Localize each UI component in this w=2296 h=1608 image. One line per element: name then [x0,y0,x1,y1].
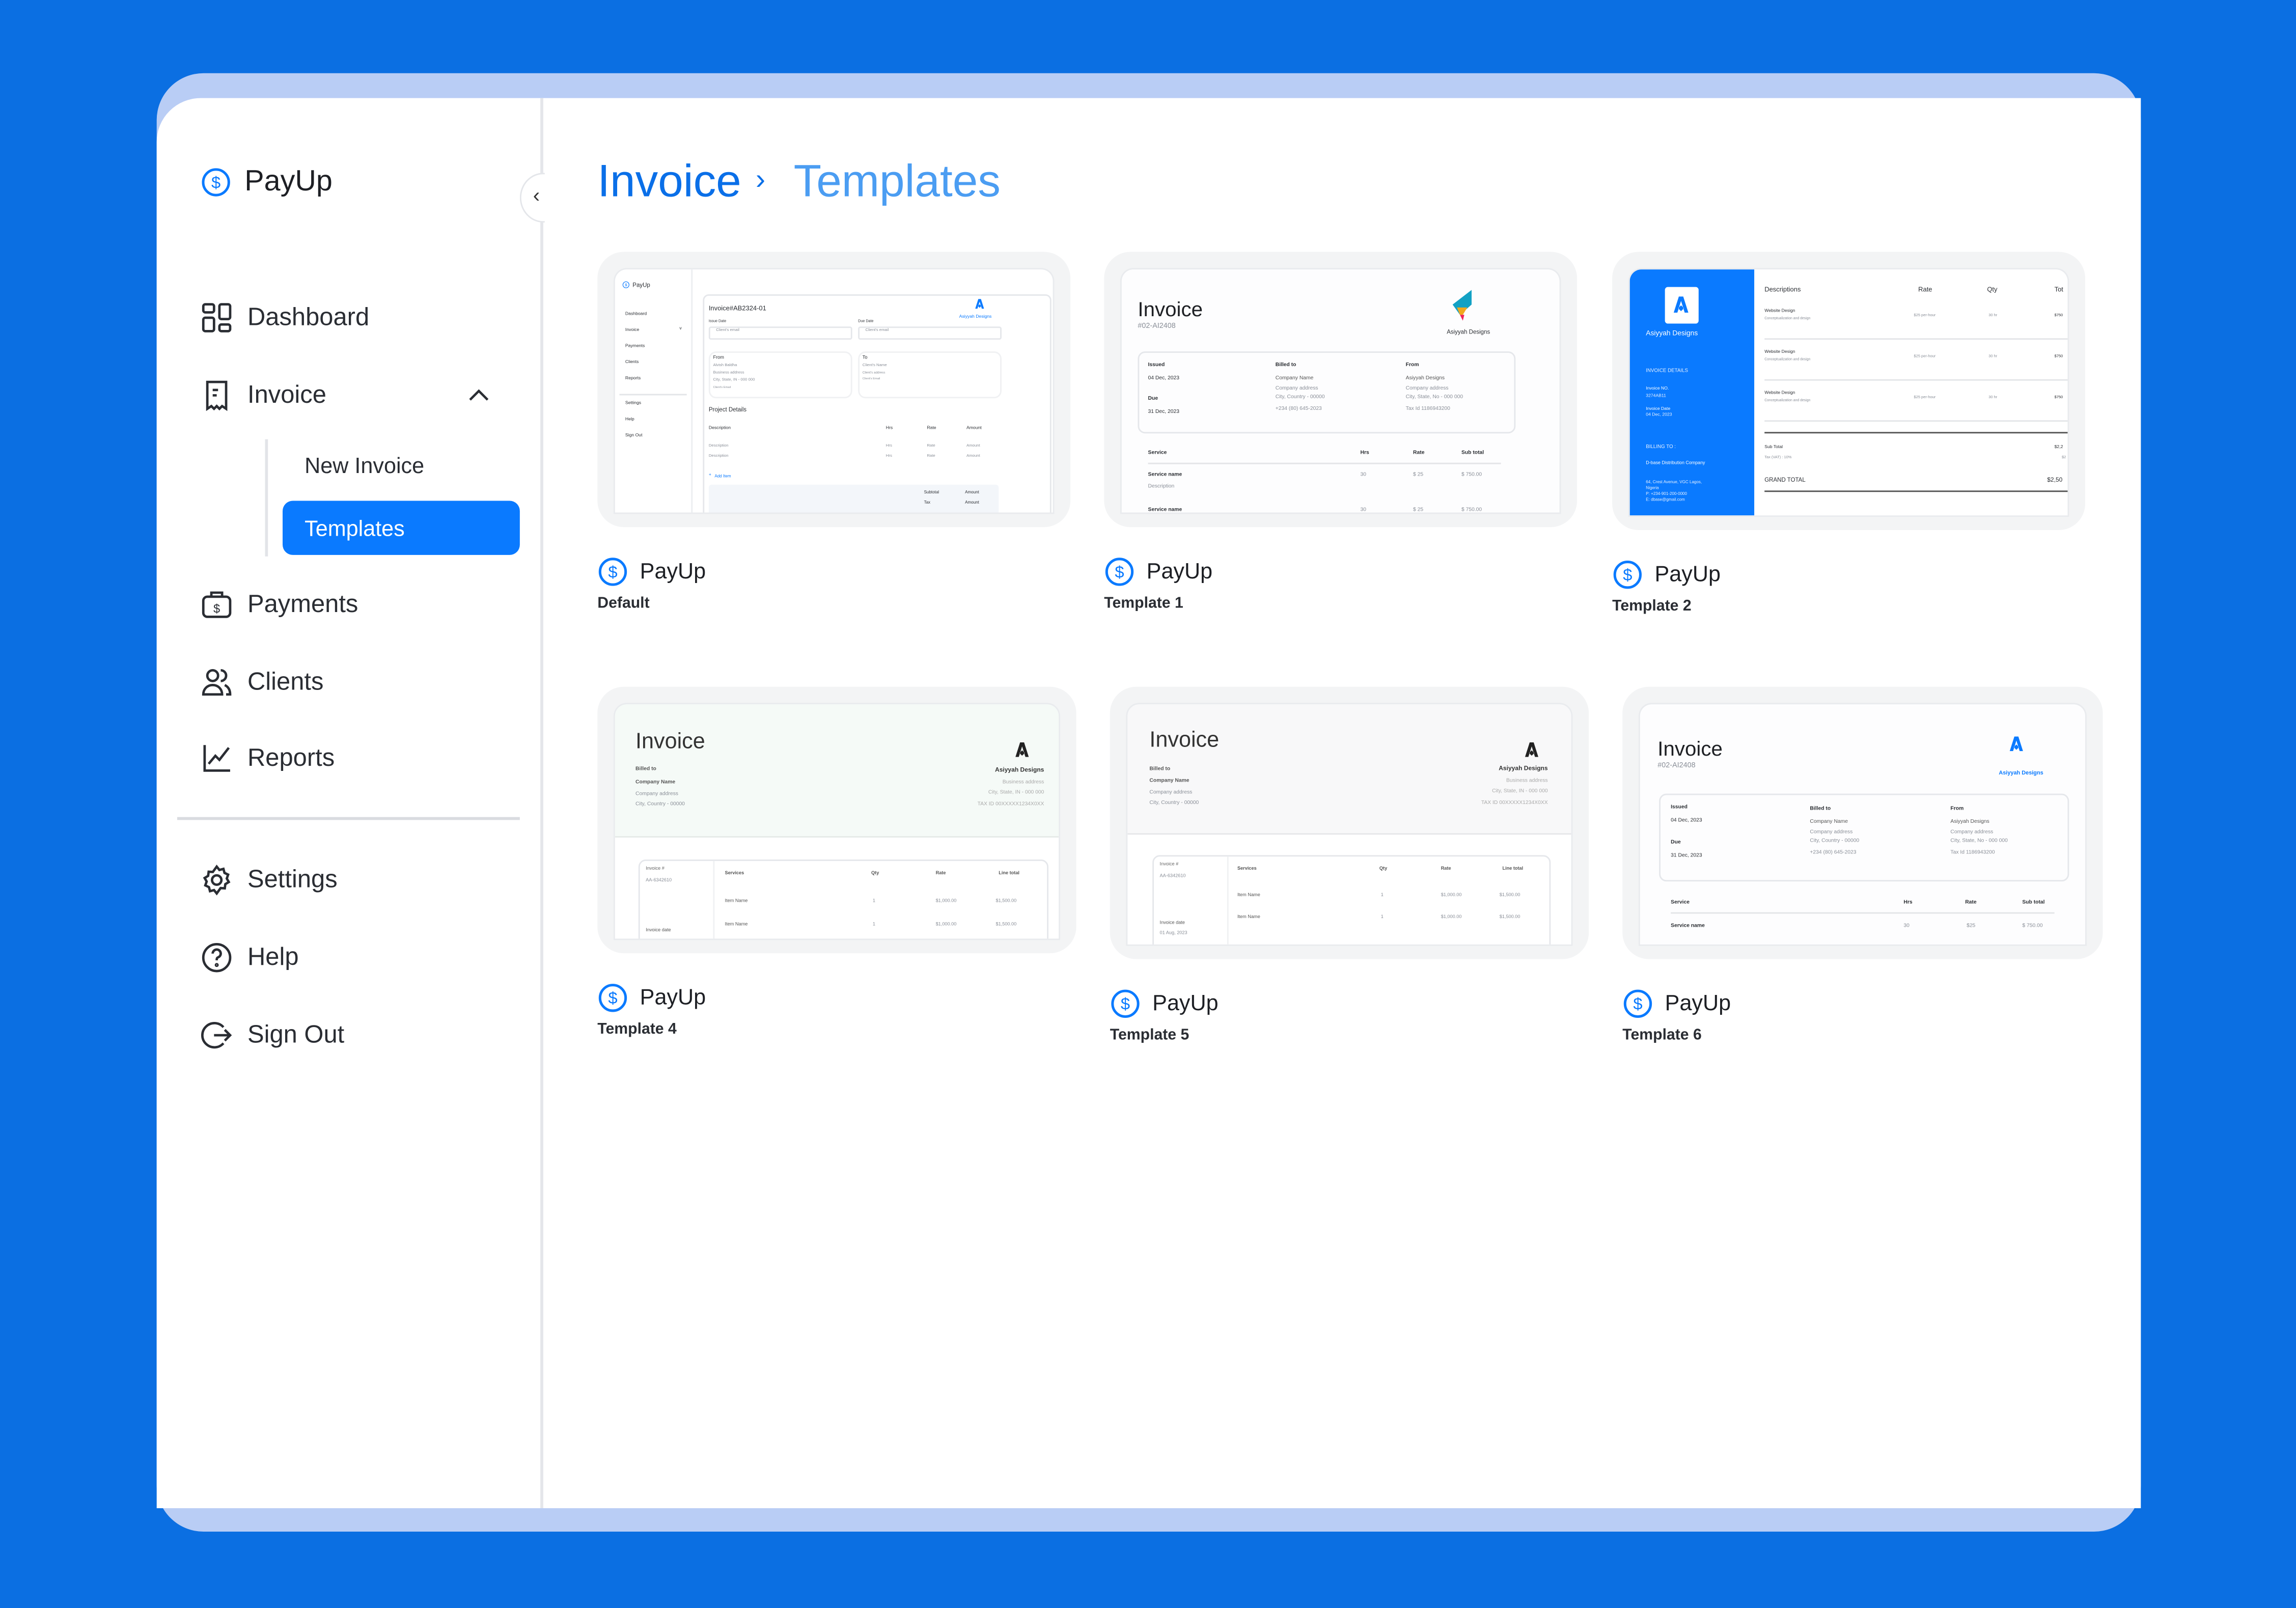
template-card-2[interactable]: Asiyyah Designs INVOICE DETAILS Invoice … [1612,252,2085,531]
sidebar-item-help[interactable]: Help [201,938,299,977]
template-name[interactable]: Template 1 [1104,596,1183,611]
dollar-circle-icon [1612,560,1643,590]
svg-text:$: $ [213,602,220,616]
company-logo-icon [975,299,984,309]
dollar-circle-icon [597,983,628,1013]
chevron-left-icon[interactable]: ‹ [533,184,540,205]
sidebar-item-sign-out[interactable]: Sign Out [201,1016,344,1055]
template-preview: PayUp Dashboard Invoice v Payments Clien… [615,269,1053,513]
submenu-templates[interactable]: Templates [283,501,520,555]
sidebar-item-settings[interactable]: Settings [201,861,338,899]
gear-icon [203,865,231,896]
sidebar-divider-line [177,817,520,819]
sidebar-item-clients[interactable]: Clients [201,663,323,702]
company-logo-icon [1525,742,1539,757]
template-name[interactable]: Template 2 [1612,599,1692,614]
template-name[interactable]: Template 4 [597,1022,677,1037]
sidebar-item-payments[interactable]: $ Payments [201,586,358,624]
template-card-default[interactable]: PayUp Dashboard Invoice v Payments Clien… [597,252,1071,528]
template-name[interactable]: Default [597,596,649,611]
template-brand: PayUp [1104,557,1212,587]
sidebar-item-label: Invoice [247,380,326,409]
plus-icon: + [708,471,711,478]
sidebar-item-label: Settings [247,865,338,894]
template-card-4[interactable]: Invoice Billed to Company Name Company a… [597,686,1076,954]
template-card-1[interactable]: Invoice #02-AI2408 Asiyyah Designs Issue… [1104,252,1578,528]
company-logo-icon [2009,736,2024,751]
template-card-5[interactable]: Invoice Billed to Company Name Company a… [1110,686,1589,959]
submenu-label: Templates [305,517,405,542]
breadcrumb-invoice[interactable]: Invoice [597,158,741,204]
template-brand: PayUp [1612,560,1721,590]
sidebar-item-label: Clients [247,668,324,696]
app-logo[interactable]: PayUp [201,165,333,199]
chevron-up-icon[interactable] [467,383,490,407]
wallet-icon: $ [202,591,232,618]
template-card-6[interactable]: Invoice #02-AI2408 Asiyyah Designs Issue… [1622,686,2103,959]
chevron-down-icon: v [679,325,682,331]
template-brand: PayUp [597,557,706,587]
company-logo-icon [1452,290,1472,321]
template-preview: Invoice Billed to Company Name Company a… [615,704,1059,939]
sidebar-item-label: Dashboard [247,303,370,331]
template-name[interactable]: Template 5 [1110,1028,1190,1043]
submenu-line [265,439,268,557]
template-brand: PayUp [1622,988,1731,1019]
template-name[interactable]: Template 6 [1622,1028,1702,1043]
chart-icon [203,745,230,772]
sidebar-item-label: Help [247,942,299,971]
sidebar-divider [540,98,543,1508]
submenu-new-invoice[interactable]: New Invoice [305,455,424,477]
app-name: PayUp [244,165,333,198]
sidebar-item-dashboard[interactable]: Dashboard [201,299,369,337]
page-title: Templates [793,155,1001,207]
template-preview: Asiyyah Designs INVOICE DETAILS Invoice … [1629,269,2068,516]
dollar-circle-icon [1110,988,1141,1019]
template-preview: Invoice #02-AI2408 Asiyyah Designs Issue… [1640,704,2085,945]
sidebar-item-label: Payments [247,590,358,618]
template-brand: PayUp [597,983,706,1013]
sidebar-item-label: Reports [247,743,335,772]
company-logo-icon [1015,742,1030,757]
dollar-circle-icon [622,281,629,288]
sidebar-item-label: Sign Out [247,1020,345,1049]
users-icon [202,669,232,696]
receipt-icon [206,380,228,411]
sidebar-item-reports[interactable]: Reports [201,739,335,778]
template-brand: PayUp [1110,988,1219,1019]
chevron-right-icon: › [755,164,766,197]
dollar-circle-icon [201,167,231,198]
help-icon [202,942,232,973]
template-preview: Invoice Billed to Company Name Company a… [1127,704,1571,945]
sign-out-icon [201,1022,232,1049]
sidebar-item-invoice[interactable]: Invoice [201,376,493,414]
grid-icon [202,303,232,332]
dollar-circle-icon [1104,557,1135,587]
template-preview: Invoice #02-AI2408 Asiyyah Designs Issue… [1121,269,1560,513]
dollar-circle-icon [1622,988,1653,1019]
dollar-circle-icon [597,557,628,587]
company-logo-icon [1674,294,1689,315]
